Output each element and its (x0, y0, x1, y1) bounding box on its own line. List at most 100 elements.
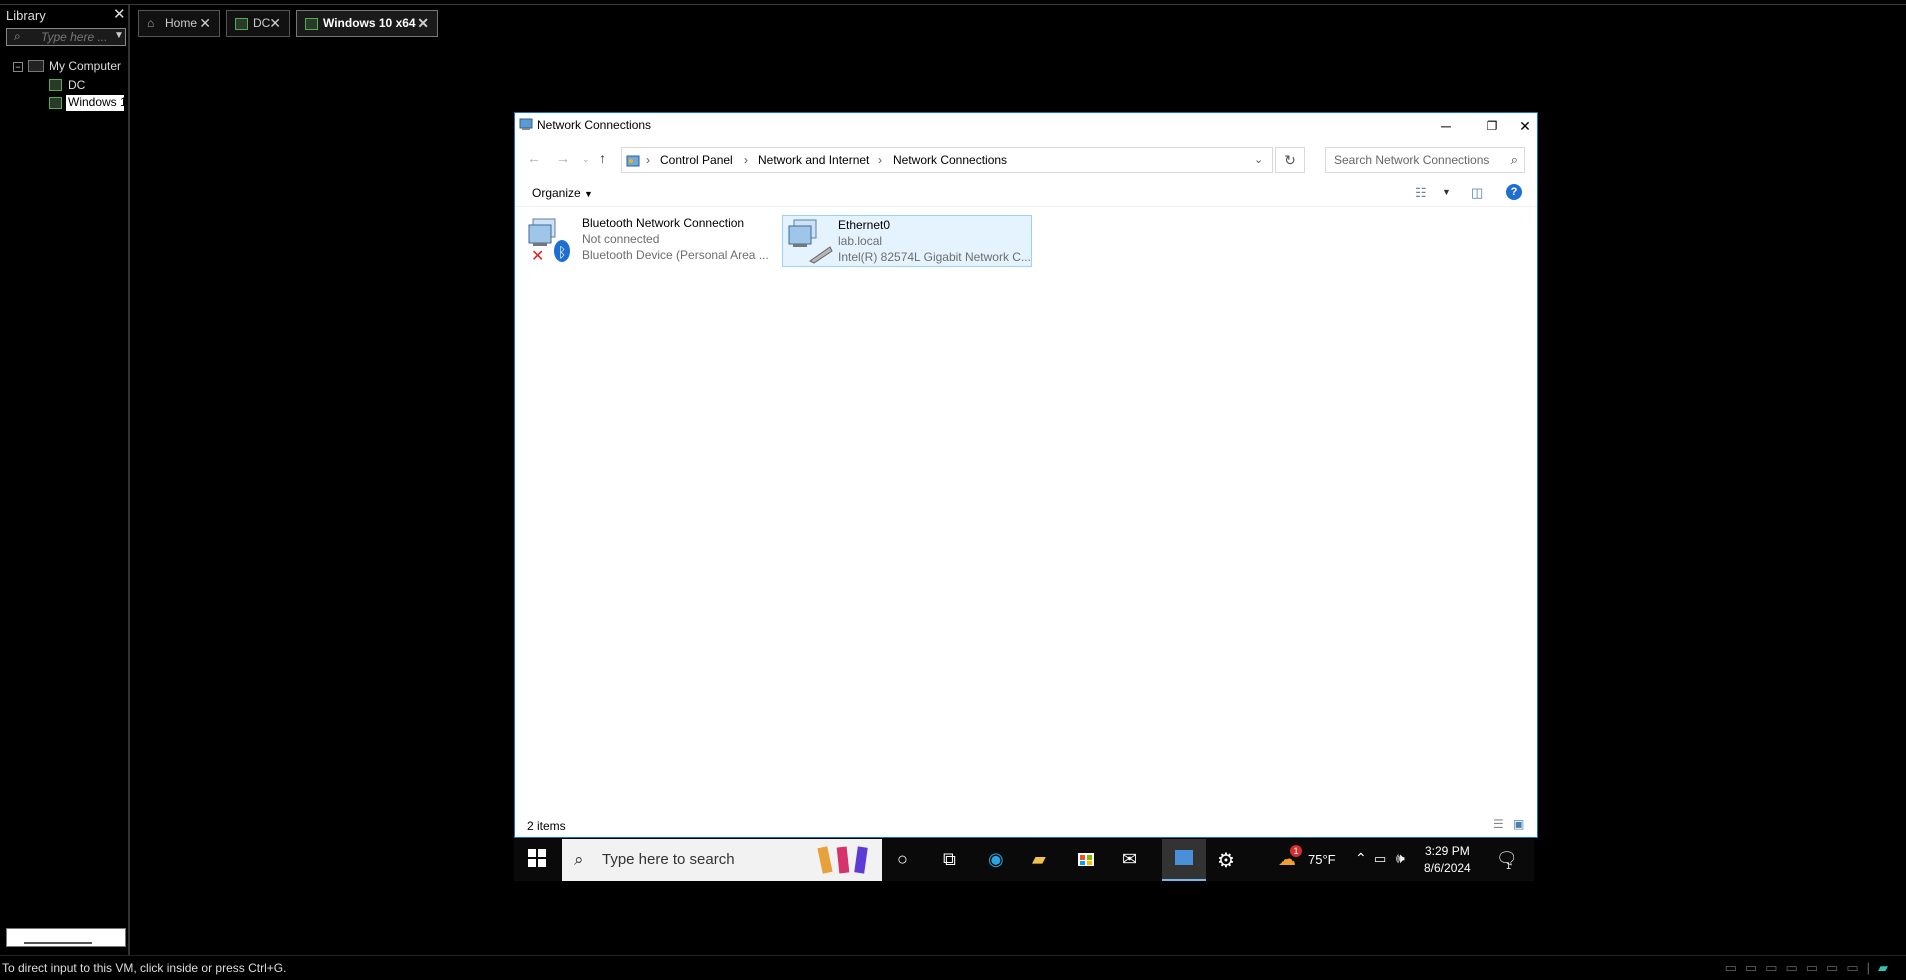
tab-label: Windows 10 x64 (323, 16, 416, 30)
tree-item-windows[interactable]: Windows 1 (66, 95, 124, 111)
clock-time: 3:29 PM (1425, 844, 1470, 858)
network-tray-icon[interactable]: ▭ (1374, 851, 1386, 867)
chevron-down-icon[interactable]: ▼ (1442, 187, 1451, 197)
search-placeholder: Type here to search (602, 851, 735, 868)
control-panel-icon (1175, 850, 1193, 865)
windows-taskbar: ⌕ Type here to search ○ ⧉ ◉ ▰ ✉ ⚙ ☁ 1 75… (514, 839, 1534, 881)
close-icon[interactable]: ✕ (199, 11, 211, 36)
restore-button[interactable]: ❐ (1469, 113, 1515, 139)
top-border (0, 0, 1906, 5)
connection-name: Bluetooth Network Connection (582, 216, 745, 230)
search-input[interactable]: Search Network Connections ⌕ (1325, 147, 1525, 173)
tree-item-dc[interactable]: DC (68, 78, 85, 92)
chevron-up-icon[interactable]: ⌃ (1355, 850, 1367, 867)
task-view-icon[interactable]: ⧉ (943, 849, 956, 870)
minimize-button[interactable]: ─ (1423, 113, 1469, 139)
chevron-down-icon: ▼ (584, 189, 593, 199)
connection-bluetooth[interactable]: ✕ ᛒ Bluetooth Network Connection Not conn… (527, 215, 772, 267)
vm-icon (49, 79, 62, 91)
tree-item-my-computer[interactable]: My Computer (49, 59, 121, 73)
help-icon[interactable]: ? (1506, 184, 1522, 200)
chevron-down-icon[interactable]: ▼ (114, 30, 124, 41)
computer-icon (28, 60, 44, 72)
svg-text:✕: ✕ (531, 246, 544, 263)
status-text: To direct input to this VM, click inside… (2, 961, 287, 975)
vm-icon (305, 18, 318, 30)
vmware-status-bar: To direct input to this VM, click inside… (0, 955, 1906, 979)
connection-ethernet0[interactable]: Ethernet0 lab.local Intel(R) 82574L Giga… (782, 215, 1032, 267)
library-search-input[interactable]: Type here ... (6, 28, 126, 46)
search-placeholder: Search Network Connections (1334, 153, 1490, 167)
settings-gear-icon[interactable]: ⚙ (1217, 848, 1235, 873)
windows-start-icon[interactable] (528, 849, 546, 872)
search-icon: ⌕ (1510, 152, 1518, 167)
vm-icon (49, 97, 62, 109)
tab-home[interactable]: ⌂ Home ✕ (138, 10, 220, 37)
control-panel-icon (626, 153, 640, 167)
organize-button[interactable]: Organize ▼ (532, 186, 593, 200)
connection-status: lab.local (838, 234, 883, 248)
taskbar-control-panel-button[interactable] (1162, 839, 1206, 881)
large-icons-view-icon[interactable]: ▣ (1513, 817, 1524, 831)
address-row: ← → ⌄ ↑ › Control Panel › Network and In… (515, 145, 1537, 175)
breadcrumb-separator: › (744, 153, 748, 167)
tab-label: DC (253, 16, 271, 30)
vm-status-icon: ▰ (1878, 960, 1896, 975)
forward-arrow-icon[interactable]: → (556, 150, 570, 166)
address-bar[interactable]: › Control Panel › Network and Internet ›… (621, 147, 1273, 173)
item-count: 2 items (527, 819, 566, 833)
recent-dropdown-icon[interactable]: ⌄ (582, 154, 590, 165)
weather-temp[interactable]: 75°F (1308, 852, 1336, 867)
edge-icon[interactable]: ◉ (988, 849, 1004, 870)
command-bar: Organize ▼ ☷ ▼ ◫ ? (515, 179, 1537, 207)
change-view-icon[interactable]: ☷ (1415, 185, 1427, 201)
library-scrollbar[interactable] (6, 928, 126, 947)
file-explorer-icon[interactable]: ▰ (1032, 849, 1046, 870)
volume-icon[interactable]: 🕪 (1396, 850, 1405, 867)
breadcrumb-separator: › (646, 153, 650, 167)
tab-windows-10[interactable]: Windows 10 x64 ✕ (296, 10, 438, 37)
back-arrow-icon[interactable]: ← (527, 150, 541, 166)
clock[interactable]: 3:29 PM 8/6/2024 (1424, 843, 1471, 877)
breadcrumb-network-internet[interactable]: Network and Internet (758, 148, 869, 172)
close-icon[interactable]: ✕ (269, 11, 281, 36)
clock-date: 8/6/2024 (1424, 861, 1471, 875)
network-icon (519, 117, 533, 131)
collapse-toggle[interactable]: − (13, 62, 23, 72)
mail-icon[interactable]: ✉ (1122, 849, 1137, 870)
tab-label: Home (165, 16, 198, 30)
device-icons[interactable]: ▭▭▭▭▭▭▭|▰ (1725, 960, 1896, 976)
search-highlight-icon (812, 843, 880, 877)
svg-text:ᛒ: ᛒ (558, 245, 566, 261)
notification-count: 1 (1506, 861, 1512, 871)
search-icon: ⌕ (14, 29, 21, 43)
connection-device: Intel(R) 82574L Gigabit Network C... (838, 250, 1031, 264)
breadcrumb-separator: › (878, 153, 882, 167)
library-title: Library (6, 8, 46, 23)
tab-dc[interactable]: DC ✕ (226, 10, 290, 37)
close-icon[interactable]: ✕ (417, 11, 429, 36)
breadcrumb-control-panel[interactable]: Control Panel (660, 148, 733, 172)
library-close-icon[interactable]: ✕ (113, 5, 126, 23)
ethernet-adapter-icon (786, 217, 834, 265)
connection-status: Not connected (582, 232, 660, 246)
refresh-button[interactable]: ↻ (1275, 147, 1305, 173)
close-button[interactable]: ✕ (1513, 113, 1537, 139)
taskbar-search-input[interactable]: ⌕ Type here to search (562, 839, 882, 881)
preview-pane-icon[interactable]: ◫ (1471, 185, 1483, 201)
scroll-thumb[interactable] (24, 942, 92, 944)
search-icon: ⌕ (574, 850, 584, 869)
chevron-down-icon[interactable]: ⌄ (1254, 148, 1263, 172)
home-icon: ⌂ (147, 16, 155, 30)
cortana-icon[interactable]: ○ (897, 849, 908, 870)
store-icon[interactable] (1077, 849, 1095, 872)
network-connections-window: Network Connections ─ ❐ ✕ ← → ⌄ ↑ › Cont… (514, 112, 1538, 838)
weather-badge: 1 (1290, 845, 1302, 857)
details-view-icon[interactable]: ☰ (1493, 817, 1504, 831)
breadcrumb-network-connections[interactable]: Network Connections (893, 148, 1007, 172)
title-bar[interactable]: Network Connections ─ ❐ ✕ (515, 113, 1537, 139)
connection-device: Bluetooth Device (Personal Area ... (582, 248, 769, 262)
network-adapter-icon: ✕ ᛒ (527, 215, 570, 265)
up-arrow-icon[interactable]: ↑ (599, 150, 606, 166)
vm-icon (235, 18, 248, 30)
